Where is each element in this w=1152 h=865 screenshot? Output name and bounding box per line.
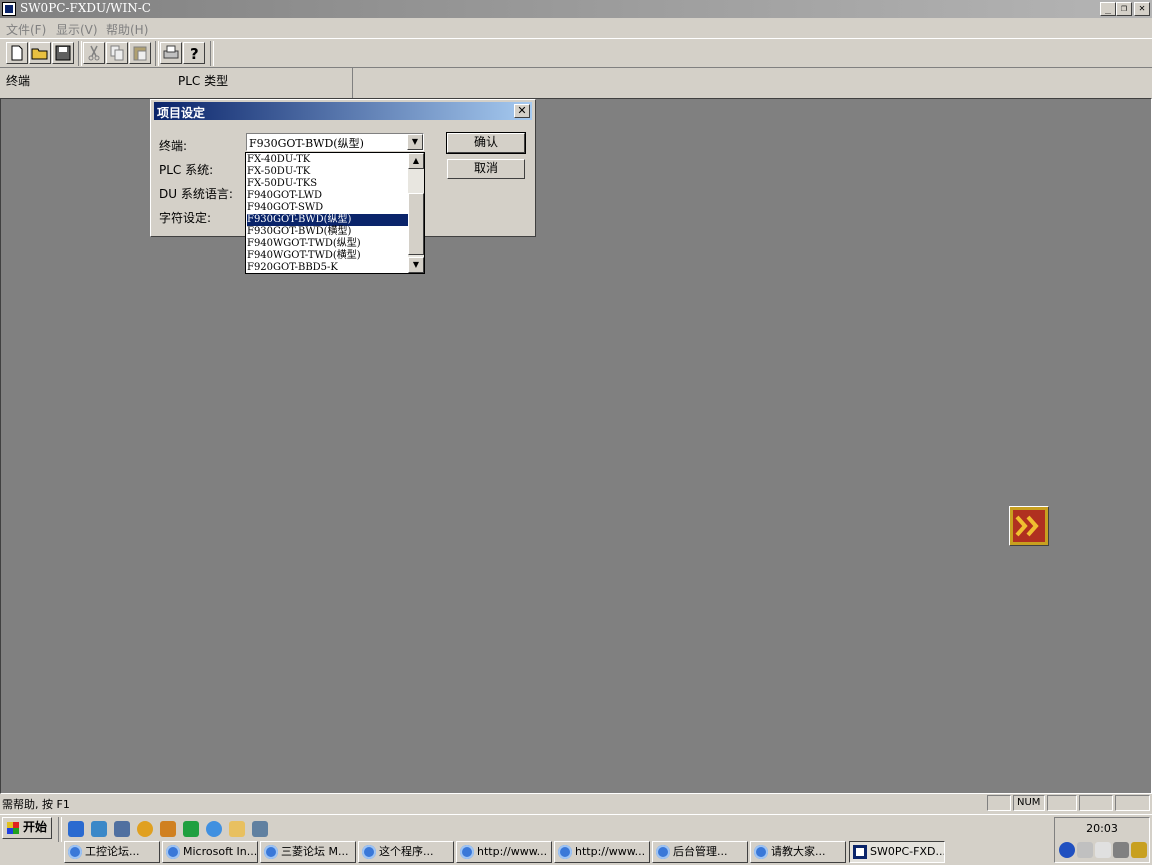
volume-icon[interactable] <box>1077 842 1093 858</box>
desktop-icon[interactable] <box>114 821 130 837</box>
terminal-label: 终端: <box>159 139 188 153</box>
outlook-icon[interactable] <box>91 821 107 837</box>
taskbar-item[interactable]: 三菱论坛 M... <box>260 841 356 863</box>
status-bar: 需帮助, 按 F1 NUM <box>0 794 1152 814</box>
toolbar-separator <box>78 41 82 66</box>
toolbar-separator <box>155 41 159 66</box>
shield-icon[interactable] <box>160 821 176 837</box>
menu-file[interactable]: 文件(F) <box>6 21 46 38</box>
messenger-icon[interactable] <box>206 821 222 837</box>
taskbar-item[interactable]: http://www... <box>554 841 650 863</box>
plc-system-label: PLC 系统: <box>159 163 214 177</box>
header-plc-type: PLC 类型 <box>178 74 229 88</box>
help-icon[interactable]: ? <box>183 42 205 64</box>
header-terminal: 终端 <box>6 74 31 88</box>
scroll-up-icon[interactable]: ▲ <box>408 153 424 169</box>
start-button[interactable]: 开始 <box>2 817 52 839</box>
list-item[interactable]: F930GOT-BWD(横型) <box>247 226 408 238</box>
list-item[interactable]: F940GOT-LWD <box>247 190 408 202</box>
cancel-button[interactable]: 取消 <box>447 159 525 179</box>
taskbar-separator <box>58 817 62 842</box>
list-item[interactable]: F920GOT-BBD5-K <box>247 262 408 273</box>
taskbar-item[interactable]: http://www... <box>456 841 552 863</box>
dropdown-arrow-icon[interactable]: ▼ <box>407 134 423 150</box>
status-help-text: 需帮助, 按 F1 <box>2 798 70 811</box>
num-lock-indicator: NUM <box>1013 795 1045 811</box>
svg-text:?: ? <box>190 45 199 63</box>
chevron-tray-icon[interactable] <box>1131 842 1147 858</box>
app-icon[interactable] <box>2 2 16 16</box>
list-item-selected[interactable]: F930GOT-BWD(纵型) <box>247 214 408 226</box>
status-panel <box>987 795 1011 811</box>
dialog-close-button[interactable]: ✕ <box>514 104 530 118</box>
ok-button[interactable]: 确认 <box>446 132 526 154</box>
restore-button[interactable]: ❐ <box>1116 2 1132 16</box>
taskbar-item[interactable]: Microsoft In... <box>162 841 258 863</box>
umbrella-icon[interactable] <box>183 821 199 837</box>
scroll-down-icon[interactable]: ▼ <box>408 257 424 273</box>
new-icon[interactable] <box>6 42 28 64</box>
network-status-icon[interactable] <box>1113 842 1129 858</box>
column-header: 终端 PLC 类型 <box>0 68 353 98</box>
camera-icon[interactable] <box>229 821 245 837</box>
terminal-value: F930GOT-BWD(纵型) <box>249 137 364 150</box>
list-item[interactable]: FX-40DU-TK <box>247 154 408 166</box>
taskbar-item[interactable]: 这个程序... <box>358 841 454 863</box>
close-button[interactable]: ✕ <box>1134 2 1150 16</box>
taskbar-item-active[interactable]: SW0PC-FXD... <box>849 841 945 863</box>
menu-help[interactable]: 帮助(H) <box>106 21 148 38</box>
list-item[interactable]: F940WGOT-TWD(横型) <box>247 250 408 262</box>
save-icon[interactable] <box>52 42 74 64</box>
title-bar: SW0PC-FXDU/WIN-C _ ❐ ✕ <box>0 0 1152 18</box>
du-language-label: DU 系统语言: <box>159 187 233 201</box>
toolbar-separator <box>210 41 214 66</box>
menu-bar: 文件(F) 显示(V) 帮助(H) <box>0 18 1152 38</box>
list-item[interactable]: FX-50DU-TK <box>247 166 408 178</box>
status-panel <box>1047 795 1077 811</box>
paste-icon[interactable] <box>129 42 151 64</box>
media-player-icon[interactable] <box>137 821 153 837</box>
minimize-button[interactable]: _ <box>1100 2 1116 16</box>
clock[interactable]: 20:03 <box>1055 822 1149 835</box>
copy-icon[interactable] <box>106 42 128 64</box>
list-scrollbar[interactable]: ▲ ▼ <box>408 153 424 273</box>
status-panel <box>1079 795 1113 811</box>
ie-icon[interactable] <box>68 821 84 837</box>
checkmark-icon[interactable] <box>1059 842 1075 858</box>
taskbar-item[interactable]: 工控论坛... <box>64 841 160 863</box>
open-icon[interactable] <box>29 42 51 64</box>
network-icon[interactable] <box>252 821 268 837</box>
cut-icon[interactable] <box>83 42 105 64</box>
scroll-thumb[interactable] <box>408 193 424 255</box>
list-item[interactable]: F940GOT-SWD <box>247 202 408 214</box>
list-item[interactable]: FX-50DU-TKS <box>247 178 408 190</box>
usb-icon[interactable] <box>1095 842 1111 858</box>
status-panel <box>1115 795 1150 811</box>
dialog-title: 项目设定 <box>157 106 206 120</box>
print-icon[interactable] <box>160 42 182 64</box>
menu-view[interactable]: 显示(V) <box>56 21 98 38</box>
terminal-combobox[interactable]: F930GOT-BWD(纵型) ▼ <box>246 133 424 151</box>
chevron-icon[interactable] <box>1009 506 1049 546</box>
taskbar-item[interactable]: 后台管理... <box>652 841 748 863</box>
taskbar-item[interactable]: 请教大家... <box>750 841 846 863</box>
dialog-title-bar: 项目设定 ✕ <box>154 102 532 120</box>
terminal-dropdown-list[interactable]: FX-40DU-TK FX-50DU-TK FX-50DU-TKS F940GO… <box>245 152 425 274</box>
toolbar: ? <box>0 38 1152 68</box>
system-tray: 20:03 <box>1054 817 1150 863</box>
taskbar: 开始 工控论坛... Microsoft In... 三菱论坛 M... 这个程… <box>0 814 1152 865</box>
list-item[interactable]: F940WGOT-TWD(纵型) <box>247 238 408 250</box>
window-title: SW0PC-FXDU/WIN-C <box>20 1 151 15</box>
charset-label: 字符设定: <box>159 211 212 225</box>
